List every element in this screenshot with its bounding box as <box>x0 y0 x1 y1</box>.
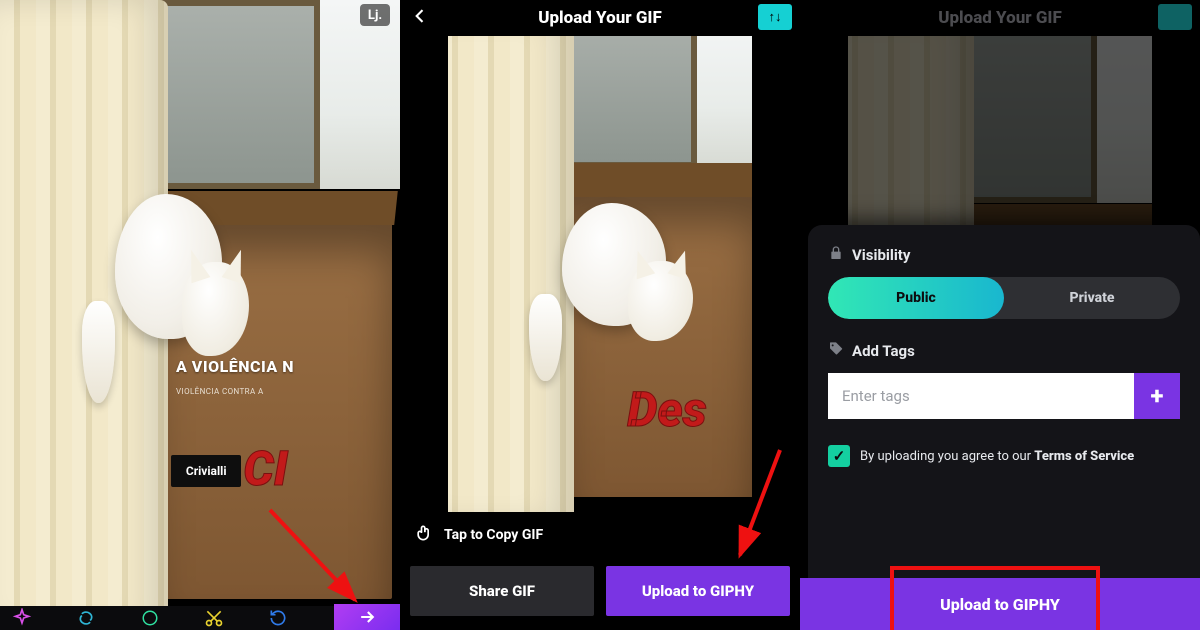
agree-row[interactable]: ✓ By uploading you agree to our Terms of… <box>828 445 1180 467</box>
visibility-private[interactable]: Private <box>1004 277 1180 319</box>
tap-to-copy[interactable]: Tap to Copy GIF <box>414 522 543 548</box>
tag-icon <box>828 341 844 361</box>
cut-icon[interactable] <box>202 606 226 630</box>
upload-to-giphy-button[interactable]: Upload to GIPHY <box>606 566 790 616</box>
page-title: Upload Your GIF <box>538 8 662 28</box>
page-title: Upload Your GIF <box>938 8 1062 28</box>
header-dimmed: Upload Your GIF <box>800 0 1200 36</box>
share-gif-button[interactable]: Share GIF <box>410 566 594 616</box>
tap-icon <box>414 522 434 548</box>
box-logo-red: CI <box>243 440 288 497</box>
upload-options-sheet: Visibility Public Private Add Tags Enter… <box>808 225 1200 630</box>
add-tags-label: Add Tags <box>828 341 1180 361</box>
gif-preview: A VIOLÊNCIA N VIOLÊNCIA CONTRA A Crivial… <box>0 0 400 630</box>
loop-icon[interactable] <box>74 606 98 630</box>
agree-checkbox[interactable]: ✓ <box>828 445 850 467</box>
circle-icon[interactable] <box>138 606 162 630</box>
lock-icon <box>828 245 844 265</box>
tap-label: Tap to Copy GIF <box>444 527 543 543</box>
visibility-segment[interactable]: Public Private <box>828 277 1180 319</box>
box-logo-small: Crivialli <box>171 455 241 487</box>
terms-link[interactable]: Terms of Service <box>1034 449 1134 464</box>
visibility-public[interactable]: Public <box>828 277 1004 319</box>
reorder-button-dimmed <box>1158 4 1192 30</box>
panel-editor: A VIOLÊNCIA N VIOLÊNCIA CONTRA A Crivial… <box>0 0 400 630</box>
back-icon[interactable] <box>410 6 430 30</box>
gif-preview[interactable]: Des <box>448 36 752 512</box>
header: Upload Your GIF ↑↓ <box>400 0 800 36</box>
visibility-label: Visibility <box>828 245 1180 265</box>
next-button[interactable] <box>334 604 400 630</box>
sparkle-icon[interactable] <box>10 606 34 630</box>
agree-text: By uploading you agree to our Terms of S… <box>860 449 1134 464</box>
aspect-badge[interactable]: Lj. <box>360 4 390 26</box>
panel-upload-preview: Upload Your GIF ↑↓ Des Tap to Copy GIF S… <box>400 0 800 630</box>
tag-row: Enter tags + <box>828 373 1180 419</box>
reorder-button[interactable]: ↑↓ <box>758 4 792 30</box>
add-tag-button[interactable]: + <box>1134 373 1180 419</box>
action-row: Share GIF Upload to GIPHY <box>410 566 790 616</box>
upload-to-giphy-button[interactable]: Upload to GIPHY <box>800 578 1200 630</box>
tags-input[interactable]: Enter tags <box>828 373 1134 419</box>
panel-upload-sheet: Upload Your GIF Visibility Public Privat… <box>800 0 1200 630</box>
rotate-icon[interactable] <box>266 606 290 630</box>
